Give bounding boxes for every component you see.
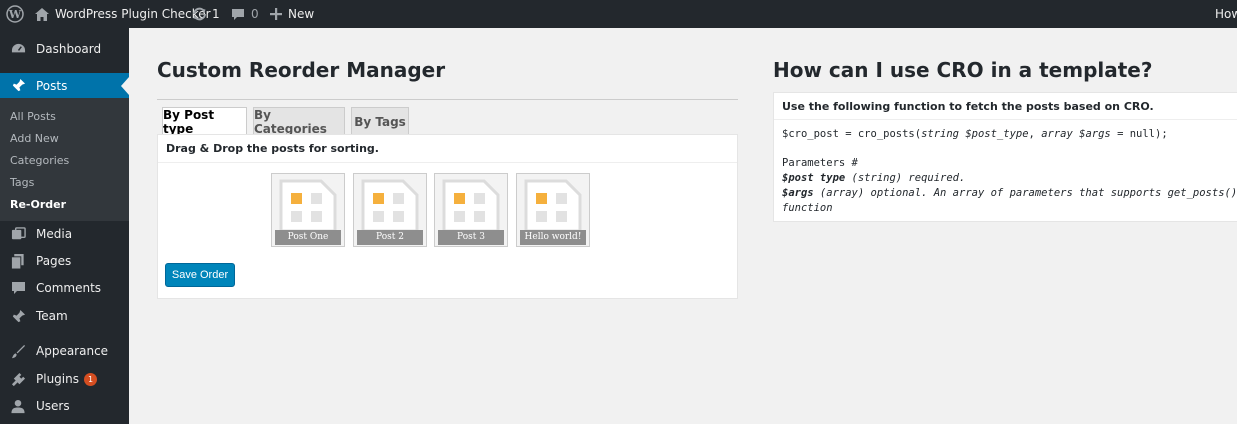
post-card[interactable]: Post 2 [353, 173, 427, 247]
post-title: Post One [275, 230, 341, 245]
page-title: Custom Reorder Manager [157, 58, 446, 82]
howdy-label: How [1215, 7, 1237, 21]
code-suffix: = null); [1110, 128, 1168, 140]
home-icon [35, 7, 49, 21]
menu-posts-label: Posts [36, 78, 68, 93]
post-title: Post 2 [357, 230, 423, 245]
new-content-link[interactable]: New [270, 0, 314, 28]
params-heading: Parameters # [782, 157, 858, 169]
updates-count: 1 [212, 7, 220, 21]
media-icon [8, 224, 28, 244]
menu-appearance-label: Appearance [36, 344, 109, 358]
menu-dashboard-label: Dashboard [36, 42, 102, 56]
menu-plugins-label: Plugins [36, 372, 79, 386]
admin-sidebar: Dashboard Posts All Posts Add New Catego… [0, 28, 129, 424]
site-name: WordPress Plugin Checker [55, 7, 211, 21]
menu-appearance[interactable]: Appearance [0, 340, 129, 362]
help-box: Use the following function to fetch the … [773, 92, 1237, 222]
help-header: Use the following function to fetch the … [774, 93, 1237, 120]
post-card[interactable]: Post 3 [434, 173, 508, 247]
submenu-categories[interactable]: Categories [10, 154, 69, 167]
post-card[interactable]: Hello world! [516, 173, 590, 247]
post-title: Hello world! [520, 230, 586, 245]
current-menu-arrow [121, 77, 129, 95]
posts-submenu: All Posts Add New Categories Tags Re-Ord… [0, 98, 129, 221]
code-signature: $cro_post = cro_posts(string $post_type,… [782, 128, 1168, 140]
plus-icon [270, 8, 282, 20]
comment-icon [231, 8, 245, 21]
pages-icon [8, 251, 28, 271]
param-post-type-name: $post type [782, 172, 846, 184]
param-post-type-desc: (string) required. [845, 172, 966, 184]
updates-icon [192, 7, 207, 21]
menu-users[interactable]: Users [0, 395, 129, 417]
submenu-reorder[interactable]: Re-Order [10, 198, 66, 211]
menu-team-label: Team [36, 309, 68, 323]
plugins-update-badge: 1 [83, 372, 97, 386]
menu-dashboard[interactable]: Dashboard [0, 38, 129, 60]
reorder-panel: Drag & Drop the posts for sorting. Post … [157, 134, 738, 299]
menu-team[interactable]: Team [0, 305, 129, 327]
comments-count: 0 [251, 7, 259, 21]
code-arg1: string $post_type [921, 128, 1029, 140]
menu-media-label: Media [36, 227, 73, 241]
submenu-add-new[interactable]: Add New [10, 132, 59, 145]
submenu-all-posts[interactable]: All Posts [10, 110, 56, 123]
menu-comments[interactable]: Comments [0, 277, 129, 299]
param-post-type: $post type (string) required. [782, 172, 965, 184]
menu-pages-label: Pages [36, 254, 72, 268]
updates-link[interactable]: 1 [192, 0, 220, 28]
menu-plugins[interactable]: Plugins 1 [0, 368, 129, 390]
menu-posts[interactable]: Posts [0, 73, 129, 98]
code-prefix: $cro_post = cro_posts( [782, 128, 922, 140]
save-order-button[interactable]: Save Order [165, 263, 235, 287]
tab-by-tags[interactable]: By Tags [351, 107, 409, 135]
post-thumbnail-icon [438, 177, 504, 231]
post-thumbnail-icon [275, 177, 341, 231]
menu-comments-label: Comments [36, 281, 102, 295]
param-args-cont: function [782, 202, 833, 214]
users-icon [8, 396, 28, 416]
menu-media[interactable]: Media [0, 223, 129, 245]
appearance-icon [8, 341, 28, 361]
wordpress-logo[interactable]: W [6, 0, 24, 28]
account-link[interactable]: How [1215, 0, 1237, 28]
reorder-instructions: Drag & Drop the posts for sorting. [158, 135, 737, 163]
post-title: Post 3 [438, 230, 504, 245]
new-label: New [288, 7, 315, 21]
param-args-desc-cont: function [782, 202, 833, 214]
help-title: How can I use CRO in a template? [773, 58, 1153, 82]
site-name-link[interactable]: WordPress Plugin Checker [35, 0, 211, 28]
menu-pages[interactable]: Pages [0, 250, 129, 272]
tab-divider [157, 99, 738, 100]
menu-users-label: Users [36, 399, 70, 413]
param-args-name: $args [782, 187, 814, 199]
svg-text:W: W [8, 8, 22, 21]
tab-by-categories[interactable]: By Categories [253, 107, 345, 136]
plugins-icon [8, 369, 28, 389]
pin-icon [8, 76, 28, 96]
admin-bar: W WordPress Plugin Checker 1 0 New How [0, 0, 1237, 28]
comments-icon [8, 278, 28, 298]
code-sep: , [1028, 128, 1042, 140]
dashboard-icon [8, 39, 28, 59]
post-thumbnail-icon [357, 177, 423, 231]
code-arg2: array $args [1041, 128, 1111, 140]
pin-icon [8, 306, 28, 326]
param-args-desc: (array) optional. An array of parameters… [813, 187, 1237, 199]
wordpress-icon: W [6, 5, 24, 23]
submenu-tags[interactable]: Tags [10, 176, 34, 189]
tab-by-post-type[interactable]: By Post type [162, 107, 247, 136]
param-args: $args (array) optional. An array of para… [782, 187, 1237, 199]
post-thumbnail-icon [520, 177, 586, 231]
comments-link[interactable]: 0 [231, 0, 259, 28]
post-card[interactable]: Post One [271, 173, 345, 247]
